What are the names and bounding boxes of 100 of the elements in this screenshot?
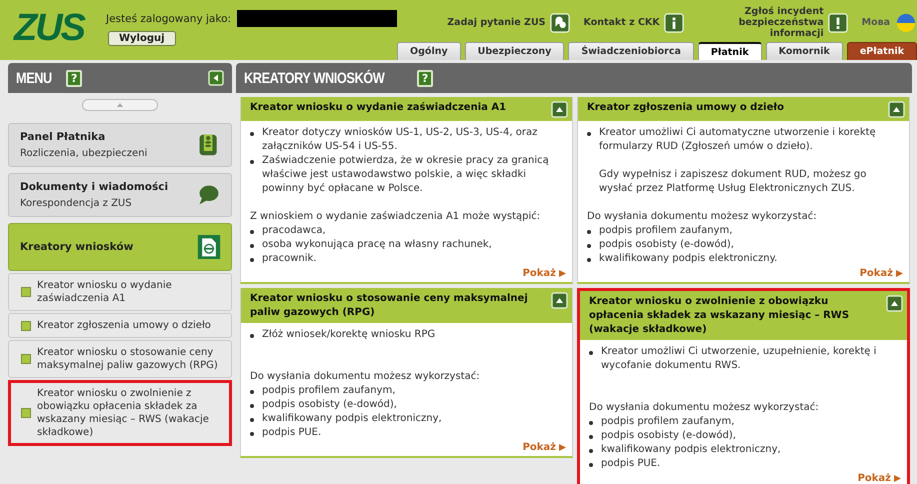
menu-title: MENU bbox=[16, 70, 52, 86]
tab[interactable]: Płatnik bbox=[698, 42, 762, 60]
square-bullet-icon bbox=[21, 408, 31, 418]
menu-item[interactable]: Kreatory wniosków bbox=[8, 223, 232, 271]
bullet-icon bbox=[589, 351, 593, 355]
bullet-text: podpis osobisty (e-dowód), bbox=[599, 238, 734, 252]
arrow-icon bbox=[896, 270, 903, 277]
flag-icon bbox=[896, 12, 916, 32]
bullet-text: pracownik. bbox=[262, 252, 316, 266]
document-icon bbox=[197, 234, 221, 260]
submenu-item-label: Kreator wniosku o stosowanie ceny maksymalnej paliw gazowych (RPG) bbox=[37, 346, 219, 372]
arrow-icon bbox=[559, 444, 566, 451]
bullet-text: pracodawca, bbox=[262, 224, 326, 238]
help-button[interactable]: ? bbox=[417, 70, 434, 86]
bullet-text: podpis osobisty (e-dowód), bbox=[262, 398, 397, 412]
tab[interactable]: Ogólny bbox=[397, 42, 461, 60]
paragraph: Do wysłania dokumentu możesz wykorzystać: bbox=[589, 401, 820, 415]
bullet-icon bbox=[250, 404, 254, 408]
submenu-item[interactable]: Kreator zgłoszenia umowy o dzieło bbox=[8, 313, 232, 338]
collapse-icon[interactable] bbox=[208, 70, 224, 86]
square-bullet-icon bbox=[21, 354, 31, 364]
header-link[interactable]: Zadaj pytanie ZUS bbox=[447, 12, 570, 32]
header-link[interactable]: Kontakt z CKK bbox=[584, 12, 684, 32]
bullet-icon bbox=[589, 421, 593, 425]
bullet-icon bbox=[250, 334, 254, 338]
collapse-icon[interactable] bbox=[551, 292, 568, 309]
menu-item-title: Dokumenty i wiadomości bbox=[20, 181, 170, 193]
submenu-item-label: Kreator wniosku o wydanie zaświadczenia A1 bbox=[37, 279, 173, 305]
show-link[interactable]: Pokaż bbox=[858, 473, 901, 484]
collapse-icon[interactable] bbox=[551, 101, 568, 118]
show-link[interactable]: Pokaż bbox=[860, 268, 903, 279]
paragraph: Z wnioskiem o wydanie zaświadczenia A1 może wystąpić: bbox=[250, 210, 542, 224]
bullet-icon bbox=[250, 418, 254, 422]
show-link[interactable]: Pokaż bbox=[522, 442, 566, 453]
chat-icon bbox=[550, 12, 570, 32]
tab[interactable]: ePłatnik bbox=[846, 42, 917, 60]
menu-item-subtitle: Korespondencja z ZUS bbox=[20, 198, 133, 209]
bullet-icon bbox=[589, 449, 593, 453]
arrow-icon bbox=[894, 475, 901, 482]
card-title: Kreator wniosku o zwolnienie z obowiązku opłacenia składek za wskazany miesiąc – RWS (wakacje składkowe) bbox=[589, 295, 850, 337]
menu-item-title: Kreatory wniosków bbox=[20, 241, 134, 253]
language-link[interactable]: Мова bbox=[862, 12, 916, 32]
info-icon bbox=[664, 12, 684, 32]
paragraph: Do wysłania dokumentu możesz wykorzystać: bbox=[250, 370, 481, 384]
bullet-text: kwalifikowany podpis elektroniczny, bbox=[601, 443, 781, 457]
bullet-text: podpis profilem zaufanym, bbox=[599, 224, 732, 238]
bullet-text: Zaświadczenie potwierdza, że w okresie pracy za granicą właściwe jest ustawodawstwo polskie, a więc składki powinny być opłacane w Polsce. bbox=[262, 154, 550, 196]
bullet-text: podpis osobisty (e-dowód), bbox=[601, 429, 736, 443]
bullet-text: podpis PUE. bbox=[262, 426, 322, 440]
bullet-icon bbox=[250, 160, 254, 164]
card-title: Kreator zgłoszenia umowy o dzieło bbox=[587, 101, 785, 115]
bullet-icon bbox=[250, 258, 254, 262]
card-title: Kreator wniosku o stosowanie ceny maksymalnej paliw gazowych (RPG) bbox=[250, 292, 529, 320]
scroll-up-icon bbox=[82, 99, 158, 111]
square-bullet-icon bbox=[21, 287, 31, 297]
bullet-icon bbox=[587, 258, 591, 262]
submenu-item[interactable]: Kreator wniosku o zwolnienie z obowiązku opłacenia składek za wskazany miesiąc – RWS (wakacje składkowe) bbox=[8, 380, 232, 446]
menu-item[interactable]: Dokumenty i wiadomości Korespondencja z ZUS bbox=[8, 173, 232, 217]
bullet-icon bbox=[250, 230, 254, 234]
bullet-icon bbox=[250, 432, 254, 436]
bullet-text: podpis profilem zaufanym, bbox=[601, 415, 734, 429]
header-link[interactable]: Zgłoś incydent bezpieczeństwa informacji bbox=[698, 6, 848, 39]
bullet-icon bbox=[589, 435, 593, 439]
show-link[interactable]: Pokaż bbox=[522, 268, 566, 279]
bullet-text: podpis profilem zaufanym, bbox=[262, 384, 396, 398]
bullet-icon bbox=[250, 390, 254, 394]
section-title: KREATORY WNIOSKÓW bbox=[244, 70, 384, 86]
bullet-icon bbox=[587, 244, 591, 248]
logo: ZUS bbox=[14, 6, 84, 50]
submenu-item[interactable]: Kreator wniosku o wydanie zaświadczenia A1 bbox=[8, 273, 232, 311]
submenu-item-label: Kreator wniosku o zwolnienie z obowiązku opłacenia składek za wskazany miesiąc – RWS (wakacje składkowe) bbox=[37, 387, 210, 439]
bullet-text: podpis PUE. bbox=[601, 457, 660, 471]
collapse-icon[interactable] bbox=[888, 101, 905, 118]
bullet-text: kwalifikowany podpis elektroniczny, bbox=[262, 412, 442, 426]
card-title: Kreator wniosku o wydanie zaświadczenia A1 bbox=[250, 101, 508, 115]
help-button[interactable]: ? bbox=[66, 70, 82, 86]
tab[interactable]: Ubezpieczony bbox=[464, 42, 564, 60]
bullet-icon bbox=[589, 463, 593, 467]
tab[interactable]: Komornik bbox=[766, 42, 843, 60]
tab[interactable]: Świadczeniobiorca bbox=[568, 42, 694, 60]
menu-item[interactable]: Panel Płatnika Rozliczenia, ubezpieczeni bbox=[8, 123, 232, 167]
login-label: Jesteś zalogowany jako: bbox=[106, 12, 232, 24]
submenu-item[interactable]: Kreator wniosku o stosowanie ceny maksymalnej paliw gazowych (RPG) bbox=[8, 340, 232, 378]
menu-item-subtitle: Rozliczenia, ubezpieczeni bbox=[20, 148, 148, 159]
menu-item-title: Panel Płatnika bbox=[20, 131, 106, 143]
bullet-icon bbox=[250, 132, 254, 136]
bullet-text: Złóż wniosek/korektę wniosku RPG bbox=[262, 328, 436, 342]
bullet-icon bbox=[250, 244, 254, 248]
bullet-icon bbox=[587, 132, 591, 136]
square-bullet-icon bbox=[21, 320, 31, 330]
submenu-item-label: Kreator zgłoszenia umowy o dzieło bbox=[37, 319, 211, 332]
bullet-text: kwalifikowany podpis elektroniczny. bbox=[599, 252, 778, 266]
collapse-icon[interactable] bbox=[886, 295, 903, 312]
paragraph: Do wysłania dokumentu możesz wykorzystać: bbox=[587, 210, 818, 224]
paragraph: Gdy wypełnisz i zapiszesz dokument RUD, możesz go wysłać przez Platformę Usług Elektronicznych ZUS. bbox=[599, 168, 868, 196]
bullet-text: osoba wykonująca pracę na własny rachunek, bbox=[262, 238, 492, 252]
bullet-icon bbox=[587, 230, 591, 234]
alert-icon bbox=[828, 12, 848, 32]
bullet-text: Kreator umożliwi Ci automatyczne utworzenie i korektę formularzy RUD (Zgłoszeń umów o dzieło). bbox=[599, 126, 877, 154]
logout-button[interactable]: Wyloguj bbox=[108, 31, 176, 46]
